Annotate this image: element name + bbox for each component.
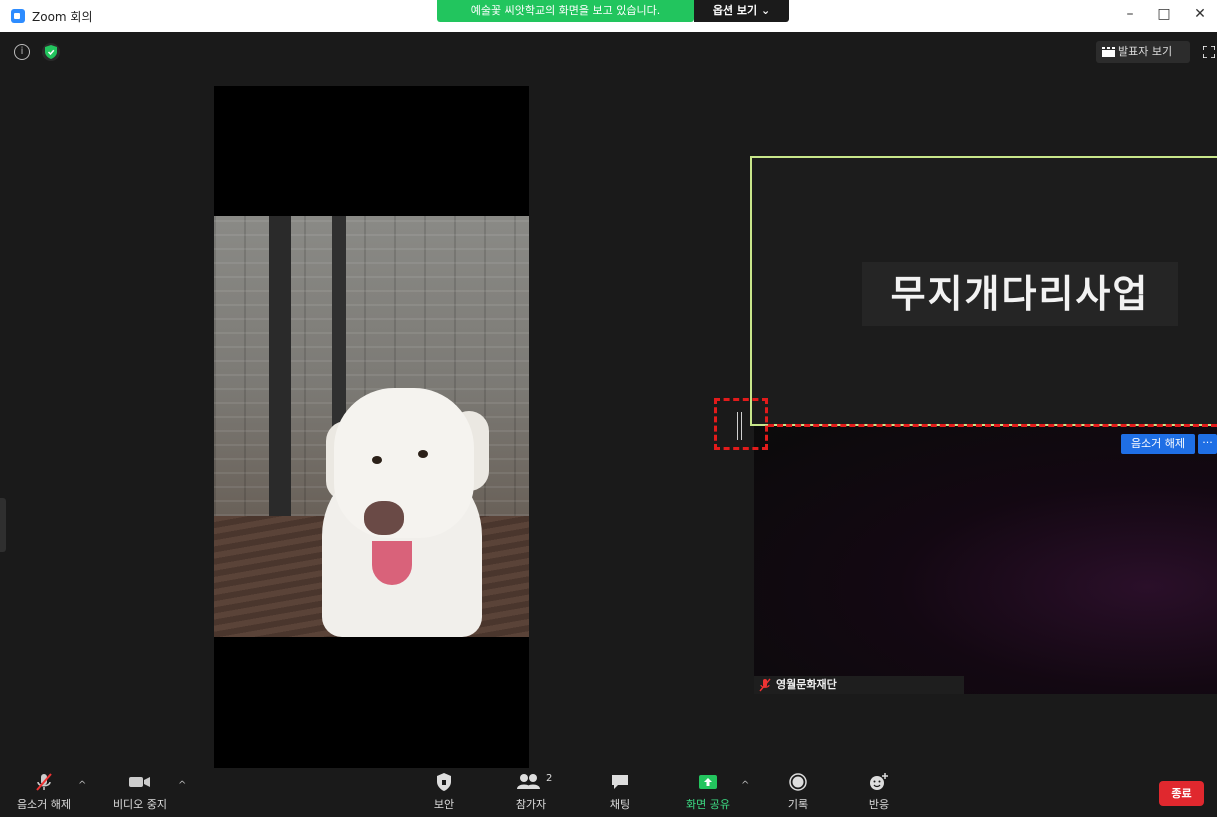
maximize-button[interactable]: □ <box>1154 6 1174 22</box>
video-camera-icon <box>129 777 150 787</box>
zoom-logo-icon <box>11 9 25 23</box>
chat-bubble-icon <box>612 775 628 789</box>
participant-more-button[interactable]: ··· <box>1198 434 1217 454</box>
chat-button[interactable]: 채팅 <box>600 772 640 812</box>
share-screen-label: 화면 공유 <box>686 798 730 811</box>
title-bar: Zoom 회의 예술꽃 씨앗학교의 화면을 보고 있습니다. 옵션 보기 ⌄ –… <box>0 0 1217 32</box>
share-screen-icon <box>699 775 717 789</box>
audio-options-caret[interactable]: ^ <box>78 780 86 791</box>
record-icon <box>789 773 807 791</box>
minimize-button[interactable]: – <box>1120 6 1140 22</box>
reactions-label: 반응 <box>868 798 890 811</box>
video-options-caret[interactable]: ^ <box>178 780 186 791</box>
mic-muted-icon <box>36 773 52 791</box>
unmute-toolbar-button[interactable]: 음소거 해제 <box>14 772 74 812</box>
meeting-info-icon[interactable]: i <box>14 44 30 60</box>
share-options-caret[interactable]: ^ <box>741 780 749 791</box>
stop-video-button[interactable]: 비디오 중지 <box>108 772 172 812</box>
screen-share-banner: 예술꽃 씨앗학교의 화면을 보고 있습니다. <box>437 0 694 22</box>
record-label: 기록 <box>787 798 809 811</box>
unmute-label: 음소거 해제 <box>16 798 72 811</box>
speaker-view-button[interactable]: 발표자 보기 <box>1096 41 1190 63</box>
fullscreen-icon[interactable] <box>1203 46 1215 58</box>
view-options-button[interactable]: 옵션 보기 ⌄ <box>694 0 789 22</box>
stop-video-label: 비디오 중지 <box>112 798 168 811</box>
participants-label: 참가자 <box>515 798 547 811</box>
window-title: Zoom 회의 <box>32 10 93 24</box>
participant-name: 영월문화재단 <box>776 678 837 691</box>
left-panel-edge <box>0 498 6 552</box>
participants-icon <box>517 774 540 789</box>
participants-count: 2 <box>546 773 553 784</box>
mic-muted-icon <box>759 678 771 692</box>
record-button[interactable]: 기록 <box>778 772 818 812</box>
annotation-dashed-line <box>768 424 1217 427</box>
security-label: 보안 <box>433 798 455 811</box>
speaker-view-icon <box>1102 47 1115 57</box>
shield-icon <box>437 773 451 791</box>
smiley-plus-icon <box>870 773 888 790</box>
close-button[interactable]: ✕ <box>1190 6 1210 22</box>
shared-dog-photo <box>214 216 529 637</box>
speaker-view-label: 발표자 보기 <box>1118 45 1173 58</box>
reactions-button[interactable]: 반응 <box>859 772 899 812</box>
participant-video-tile <box>754 426 1217 694</box>
panel-resize-handle[interactable] <box>737 412 742 440</box>
participant-unmute-button[interactable]: 음소거 해제 <box>1121 434 1195 454</box>
chat-label: 채팅 <box>609 798 631 811</box>
active-speaker-name: 무지개다리사업 <box>862 262 1178 326</box>
security-button[interactable]: 보안 <box>424 772 464 812</box>
end-meeting-button[interactable]: 종료 <box>1159 781 1204 806</box>
share-screen-button[interactable]: 화면 공유 <box>680 772 736 812</box>
participant-name-label: 영월문화재단 <box>754 676 964 694</box>
encryption-shield-icon[interactable] <box>42 43 60 61</box>
